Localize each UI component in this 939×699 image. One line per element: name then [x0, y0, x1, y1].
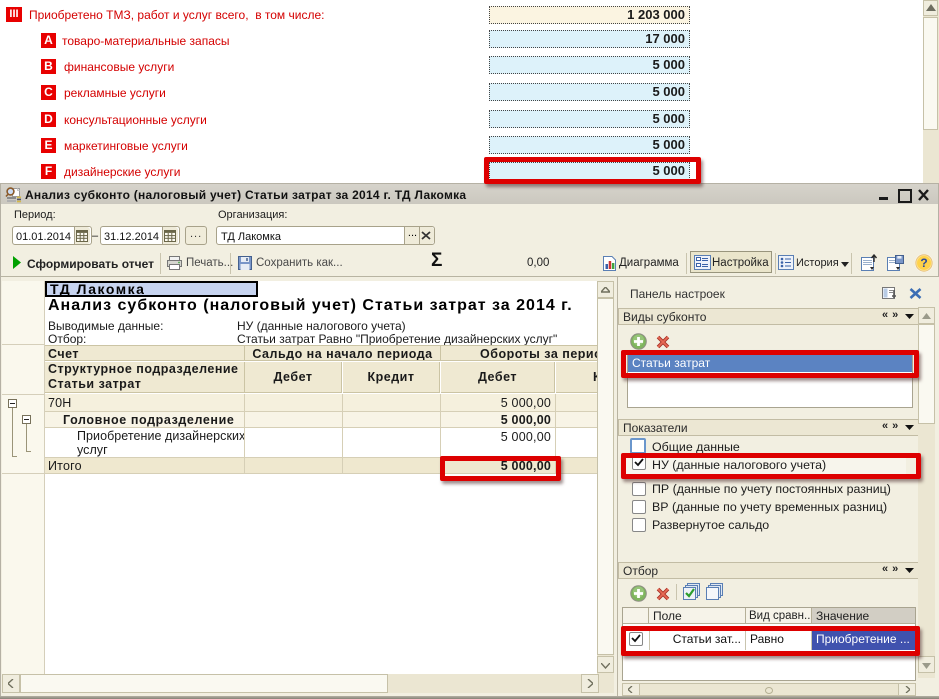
svg-text:?: ? — [920, 256, 927, 270]
